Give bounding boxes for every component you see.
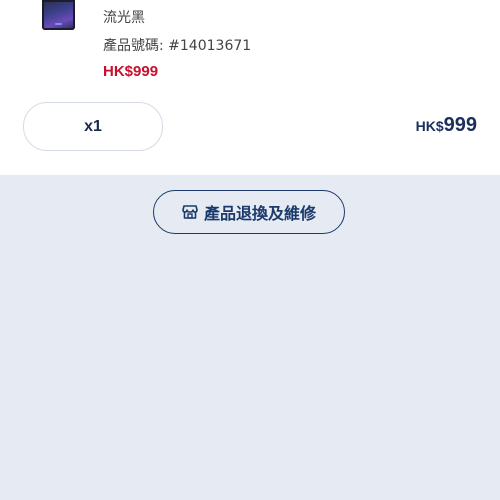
unit-price: HK$999	[103, 63, 159, 80]
thumbnail-detail	[55, 23, 62, 25]
cart-item-card: 流光黑 產品號碼: #14013671 HK$999 x1 HK$999	[0, 0, 500, 175]
total-amount: 999	[443, 114, 477, 136]
quantity-selector[interactable]: x1	[23, 102, 163, 151]
store-icon	[182, 204, 198, 220]
line-total: HK$999	[416, 114, 477, 137]
sku-label: 產品號碼:	[103, 38, 164, 54]
product-sku: 產品號碼: #14013671	[103, 35, 251, 55]
return-repair-button[interactable]: 產品退換及維修	[153, 190, 345, 234]
product-thumbnail[interactable]	[42, 0, 75, 30]
return-repair-label: 產品退換及維修	[203, 204, 316, 223]
total-currency: HK$	[415, 118, 444, 134]
sku-value: #14013671	[168, 38, 252, 54]
product-variant: 流光黑	[103, 10, 145, 26]
quantity-label: x1	[84, 117, 102, 135]
